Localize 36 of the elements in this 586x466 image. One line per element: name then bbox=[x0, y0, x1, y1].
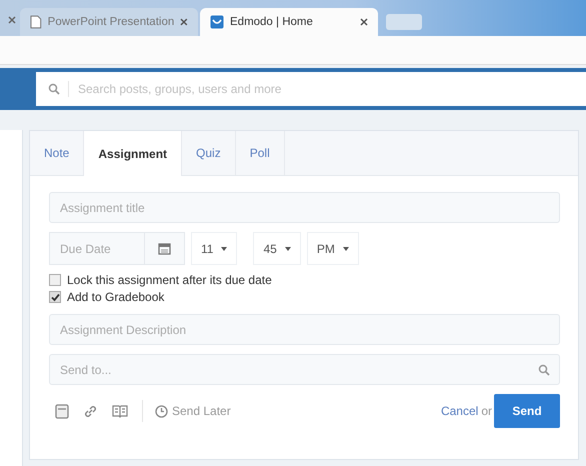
file-icon[interactable] bbox=[55, 404, 69, 418]
book-icon[interactable] bbox=[112, 404, 128, 418]
send-button[interactable]: Send bbox=[494, 394, 560, 428]
calendar-icon bbox=[158, 242, 171, 255]
description-field[interactable]: Assignment Description bbox=[49, 314, 560, 345]
document-icon bbox=[30, 15, 42, 29]
due-date-field[interactable]: Due Date bbox=[49, 232, 145, 265]
send-to-field[interactable]: Send to... bbox=[49, 354, 560, 385]
checkbox[interactable] bbox=[49, 291, 61, 303]
composer-tab[interactable]: Assignment bbox=[84, 131, 182, 176]
close-icon[interactable] bbox=[180, 18, 188, 26]
browser-tab[interactable]: PowerPoint Presentation bbox=[20, 8, 198, 36]
checkbox-label: Lock this assignment after its due date bbox=[67, 273, 272, 287]
close-icon[interactable] bbox=[360, 18, 368, 26]
browser-tab[interactable]: Edmodo | Home bbox=[200, 8, 378, 36]
caret-icon bbox=[342, 246, 349, 250]
ampm-select[interactable]: PM bbox=[306, 232, 359, 265]
link-icon[interactable] bbox=[83, 404, 98, 418]
search-icon bbox=[538, 364, 550, 376]
caret-icon bbox=[221, 246, 228, 250]
composer-tab[interactable]: Poll bbox=[236, 131, 285, 175]
minute-select[interactable]: 45 bbox=[253, 232, 301, 265]
app-icon bbox=[210, 15, 224, 29]
checkbox[interactable] bbox=[49, 274, 61, 286]
search-field[interactable]: Search posts, groups, users and more bbox=[36, 72, 586, 106]
hour-select[interactable]: 11 bbox=[191, 232, 238, 265]
clock-icon bbox=[155, 404, 168, 418]
cancel-link[interactable]: Cancel bbox=[440, 404, 478, 418]
search-icon bbox=[48, 83, 60, 95]
or-text: or bbox=[481, 404, 492, 418]
checkbox-label: Add to Gradebook bbox=[67, 290, 164, 304]
title-field[interactable]: Assignment title bbox=[49, 192, 560, 223]
send-later-button[interactable]: Send Later bbox=[155, 404, 231, 418]
caret-icon bbox=[284, 246, 291, 250]
composer-tab[interactable]: Quiz bbox=[182, 131, 236, 175]
calendar-button[interactable] bbox=[145, 232, 185, 265]
